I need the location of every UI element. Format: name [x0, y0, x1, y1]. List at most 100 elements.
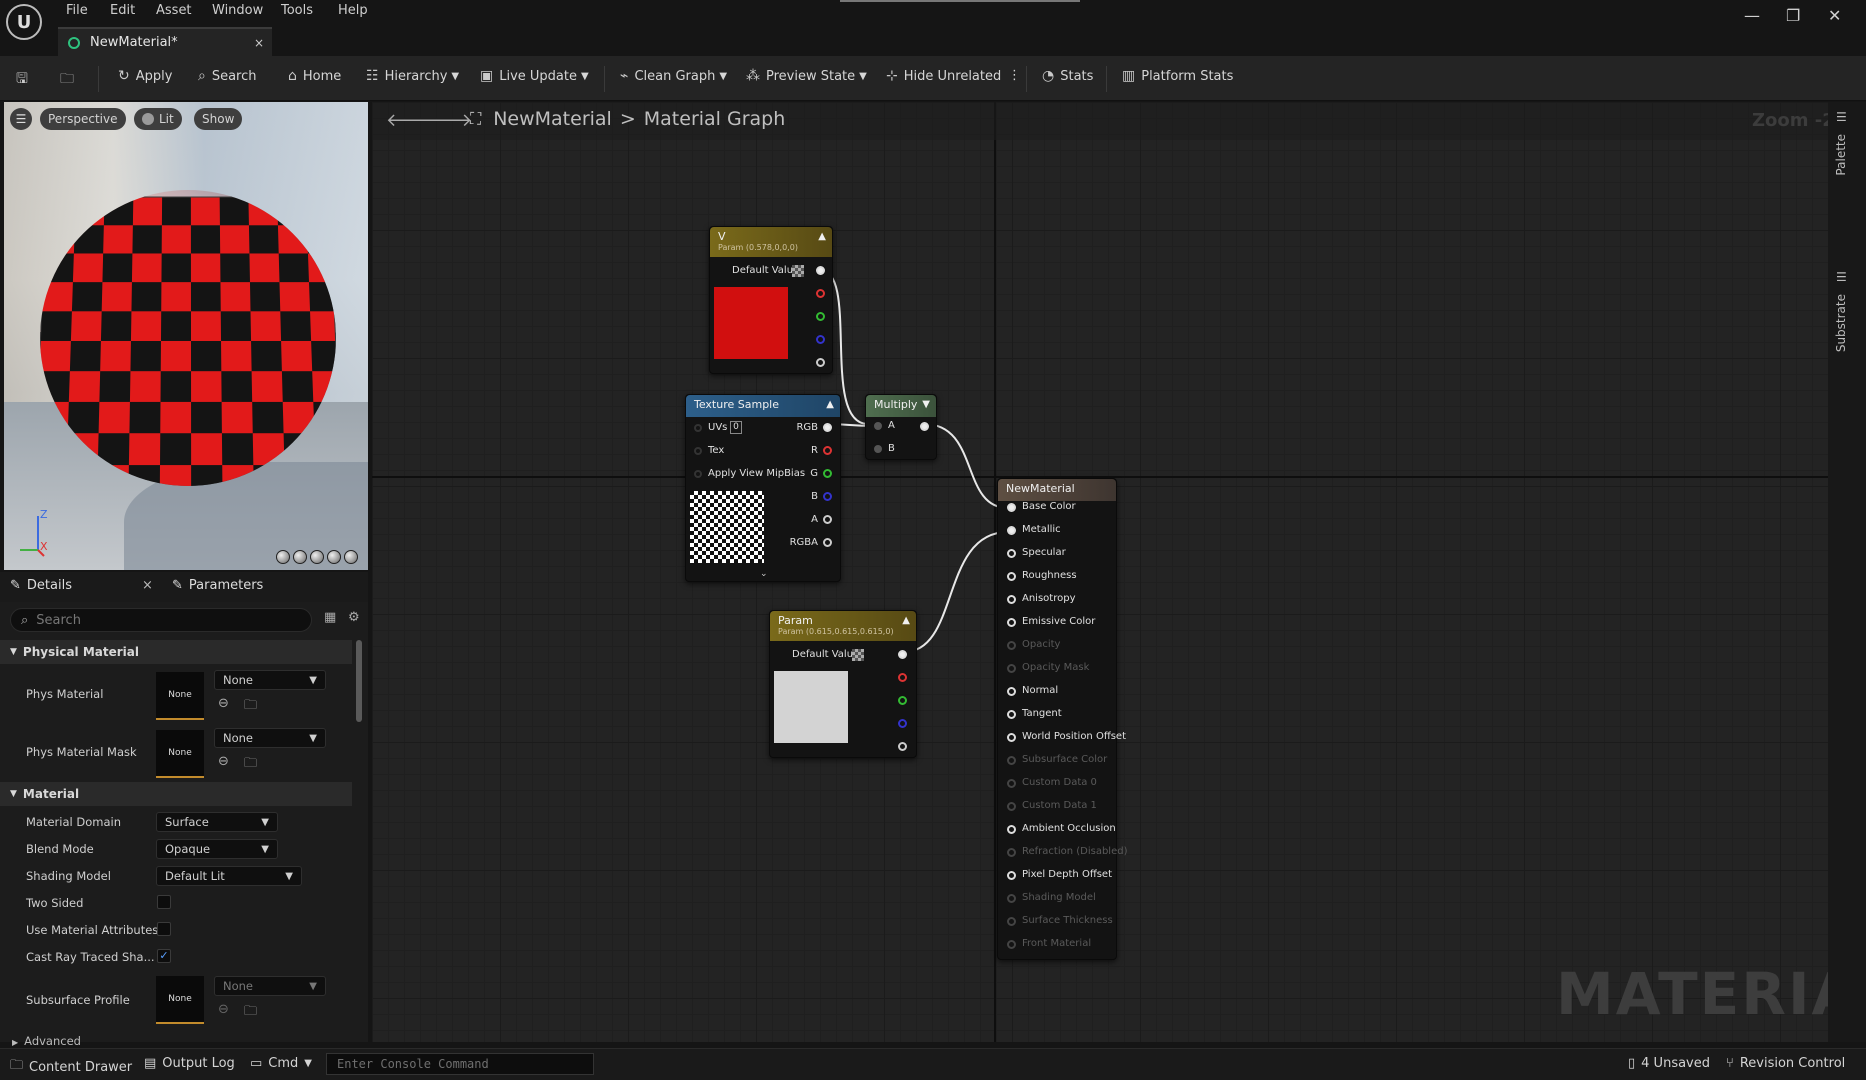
- node-vector-param[interactable]: Param Param (0.615,0.615,0.615,0) ▲ Defa…: [769, 610, 917, 758]
- forward-arrow-icon[interactable]: 🡒: [424, 110, 472, 131]
- node-header[interactable]: Param Param (0.615,0.615,0.615,0) ▲: [770, 611, 916, 641]
- content-drawer-button[interactable]: 🗀 Content Drawer: [10, 1056, 132, 1078]
- input-pin[interactable]: [1007, 917, 1016, 926]
- output-pin-b[interactable]: [898, 719, 907, 728]
- use-selected-icon[interactable]: ⊖: [218, 754, 229, 769]
- input-pin-b[interactable]: [874, 445, 882, 453]
- cast-ray-traced-checkbox[interactable]: ✓: [157, 949, 171, 963]
- platform-stats-button[interactable]: ▥ Platform Stats: [1122, 68, 1233, 84]
- phys-material-mask-thumbnail[interactable]: None: [156, 730, 204, 778]
- node-vector-param-v[interactable]: V Param (0.578,0,0,0) ▲ Default Value: [709, 226, 833, 374]
- output-pin-g[interactable]: [816, 312, 825, 321]
- input-pin[interactable]: [1007, 756, 1016, 765]
- stats-button[interactable]: ◔ Stats: [1042, 68, 1093, 84]
- browse-icon[interactable]: 🗀: [60, 68, 80, 92]
- two-sided-checkbox[interactable]: [157, 895, 171, 909]
- collapse-icon[interactable]: ▲: [826, 399, 834, 410]
- search-button[interactable]: ⌕ Search: [198, 68, 257, 84]
- phys-material-thumbnail[interactable]: None: [156, 672, 204, 720]
- output-pin-a[interactable]: [823, 515, 832, 524]
- input-pin[interactable]: [1007, 549, 1016, 558]
- collapse-icon[interactable]: ▼: [922, 399, 930, 410]
- console-input[interactable]: Enter Console Command: [326, 1053, 594, 1075]
- blend-mode-dropdown[interactable]: Opaque ▼: [156, 839, 278, 859]
- cmd-button[interactable]: ▭ Cmd ▼: [250, 1056, 312, 1071]
- breadcrumb-asset[interactable]: NewMaterial: [493, 108, 612, 130]
- apply-button[interactable]: ↻ Apply: [118, 68, 172, 84]
- category-material[interactable]: ▼ Material: [0, 782, 352, 806]
- perspective-button[interactable]: Perspective: [40, 108, 126, 130]
- tab-newmaterial[interactable]: NewMaterial* ×: [58, 27, 272, 56]
- node-header[interactable]: V Param (0.578,0,0,0) ▲: [710, 227, 832, 257]
- input-pin[interactable]: [1007, 710, 1016, 719]
- output-pin-b[interactable]: [816, 335, 825, 344]
- preview-viewport[interactable]: ☰ Perspective Lit Show Z X: [4, 102, 368, 570]
- input-pin[interactable]: [1007, 871, 1016, 880]
- browse-asset-icon[interactable]: 🗀: [244, 754, 257, 776]
- close-window-button[interactable]: ✕: [1828, 6, 1841, 25]
- output-log-button[interactable]: ▤ Output Log: [144, 1056, 235, 1071]
- details-close-icon[interactable]: ×: [142, 578, 153, 593]
- shading-model-dropdown[interactable]: Default Lit ▼: [156, 866, 302, 886]
- hide-unrelated-button[interactable]: ⊹ Hide Unrelated: [886, 68, 1001, 84]
- show-button[interactable]: Show: [194, 108, 243, 130]
- input-pin[interactable]: [1007, 848, 1016, 857]
- input-pin[interactable]: [1007, 802, 1016, 811]
- node-header[interactable]: Multiply ▼: [866, 395, 936, 417]
- node-multiply[interactable]: Multiply ▼ A B: [865, 394, 937, 460]
- settings-gear-icon[interactable]: ⚙: [348, 610, 360, 625]
- breadcrumb-graph[interactable]: Material Graph: [644, 108, 786, 130]
- cylinder-icon[interactable]: [276, 550, 290, 564]
- tab-parameters[interactable]: ✎ Parameters: [172, 578, 263, 593]
- output-pin-r[interactable]: [816, 289, 825, 298]
- home-button[interactable]: ⌂ Home: [288, 68, 341, 84]
- output-pin-rgb[interactable]: [823, 423, 832, 432]
- lit-button[interactable]: Lit: [134, 108, 182, 130]
- output-pin-a[interactable]: [898, 742, 907, 751]
- input-pin[interactable]: [1007, 526, 1016, 535]
- menu-file[interactable]: File: [66, 3, 88, 18]
- node-header[interactable]: NewMaterial: [998, 479, 1116, 501]
- browse-asset-icon[interactable]: 🗀: [244, 696, 257, 718]
- menu-tools[interactable]: Tools: [281, 3, 313, 18]
- input-pin[interactable]: [1007, 572, 1016, 581]
- input-pin-mipbias[interactable]: [694, 470, 702, 478]
- subsurface-profile-dropdown[interactable]: None ▼: [214, 976, 326, 996]
- minimize-button[interactable]: —: [1744, 6, 1760, 25]
- sphere-icon[interactable]: [293, 550, 307, 564]
- live-update-button[interactable]: ▣ Live Update ▼: [480, 68, 589, 84]
- output-pin-r[interactable]: [898, 673, 907, 682]
- more-options-icon[interactable]: ⋮: [1008, 68, 1021, 83]
- collapse-icon[interactable]: ▲: [902, 615, 910, 626]
- node-texture-sample[interactable]: Texture Sample ▲ UVs 0 Tex Apply View Mi…: [685, 394, 841, 582]
- phys-material-dropdown[interactable]: None ▼: [214, 670, 326, 690]
- output-pin-rgba[interactable]: [898, 650, 907, 659]
- tab-close-icon[interactable]: ×: [254, 36, 264, 50]
- save-icon[interactable]: 🖫: [16, 68, 34, 92]
- teapot-icon[interactable]: [344, 550, 358, 564]
- preview-shape-buttons[interactable]: [276, 550, 358, 564]
- clean-graph-button[interactable]: ⌁ Clean Graph ▼: [620, 68, 727, 84]
- input-pin[interactable]: [1007, 825, 1016, 834]
- input-pin[interactable]: [1007, 733, 1016, 742]
- input-pin[interactable]: [1007, 618, 1016, 627]
- use-material-attributes-checkbox[interactable]: [157, 922, 171, 936]
- menu-help[interactable]: Help: [338, 3, 368, 18]
- input-pin[interactable]: [1007, 779, 1016, 788]
- input-pin-tex[interactable]: [694, 447, 702, 455]
- output-pin-a[interactable]: [816, 358, 825, 367]
- subsurface-profile-thumbnail[interactable]: None: [156, 976, 204, 1024]
- output-pin-b[interactable]: [823, 492, 832, 501]
- output-pin-rgba[interactable]: [816, 266, 825, 275]
- node-material-result[interactable]: NewMaterial Base Color Metallic Specular Ro…: [997, 478, 1128, 960]
- input-pin[interactable]: [1007, 641, 1016, 650]
- menu-asset[interactable]: Asset: [156, 3, 192, 18]
- uvs-index-input[interactable]: 0: [730, 421, 742, 434]
- viewport-menu-icon[interactable]: ☰: [10, 108, 32, 130]
- input-pin[interactable]: [1007, 664, 1016, 673]
- menu-window[interactable]: Window: [212, 3, 263, 18]
- palette-list-icon[interactable]: ☰: [1836, 110, 1847, 124]
- expand-chevron-icon[interactable]: ⌄: [760, 569, 768, 579]
- node-header[interactable]: Texture Sample ▲: [686, 395, 840, 417]
- output-pin[interactable]: [920, 422, 929, 431]
